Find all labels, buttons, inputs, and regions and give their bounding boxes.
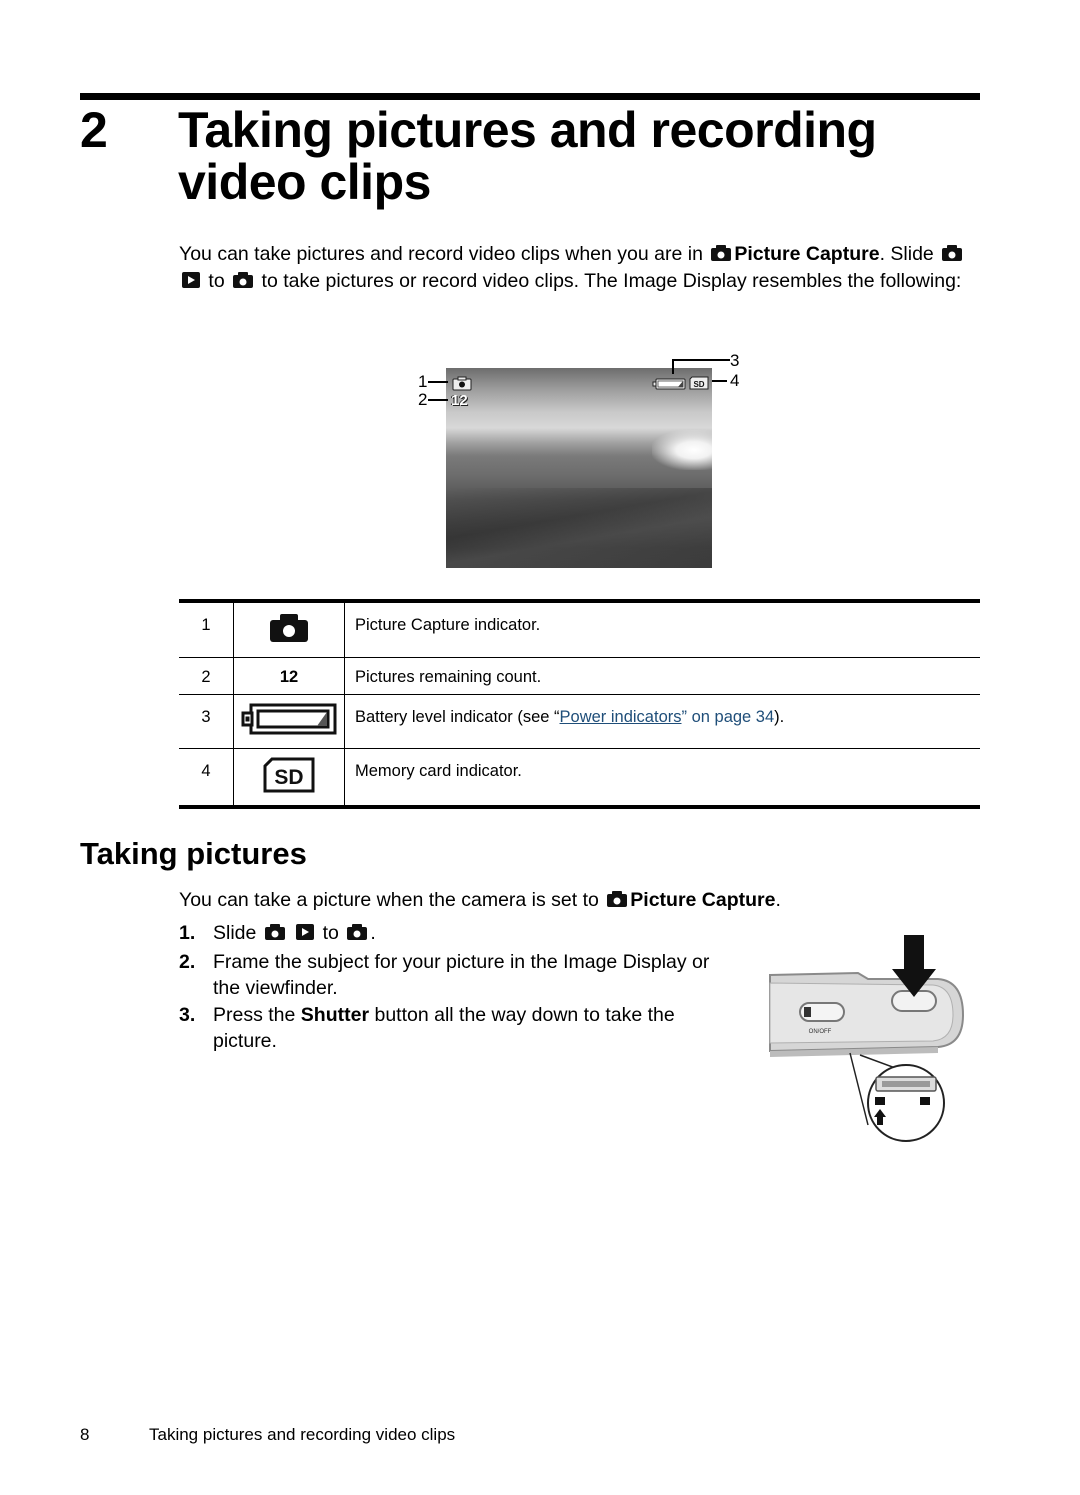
camera-icon bbox=[941, 244, 963, 269]
camera-body bbox=[769, 971, 965, 1057]
shutter-label: Shutter bbox=[300, 1004, 370, 1026]
row-number: 4 bbox=[179, 749, 234, 805]
section-lead-paragraph: You can take a picture when the camera i… bbox=[179, 888, 879, 915]
table-row: 4 SD Memory card indicator. bbox=[179, 748, 980, 805]
table-row: 1 Picture Capture indicator. bbox=[179, 603, 980, 657]
row-description: Picture Capture indicator. bbox=[355, 616, 541, 634]
sun-glare bbox=[652, 430, 712, 470]
chapter-title-text: Taking pictures and recording video clip… bbox=[178, 102, 877, 210]
table-row: 2 12 Pictures remaining count. bbox=[179, 657, 980, 694]
section-title: Taking pictures bbox=[80, 836, 307, 871]
callout-line-1 bbox=[428, 381, 448, 383]
callout-line-3 bbox=[672, 359, 730, 361]
battery-icon bbox=[241, 703, 337, 748]
chapter-number: 2 bbox=[80, 102, 108, 158]
picture-capture-label: Picture Capture bbox=[734, 243, 880, 265]
camera-icon bbox=[232, 271, 254, 296]
power-indicators-link[interactable]: Power indicators bbox=[560, 708, 682, 726]
page-number: 8 bbox=[80, 1425, 90, 1444]
camera-icon bbox=[346, 922, 368, 948]
intro-paragraph: You can take pictures and record video c… bbox=[179, 242, 984, 296]
camera-icon bbox=[269, 613, 309, 657]
callout-3: 3 bbox=[730, 351, 740, 370]
pictures-remaining-overlay: 12 bbox=[451, 392, 468, 409]
footer-title: Taking pictures and recording video clip… bbox=[149, 1425, 456, 1444]
playback-icon bbox=[920, 1097, 930, 1105]
row-description: Battery level indicator (see “Power indi… bbox=[355, 708, 785, 726]
beach-shore bbox=[446, 488, 712, 568]
step-item: 2. Frame the subject for your picture in… bbox=[179, 951, 710, 999]
magnifier-inset bbox=[849, 1052, 945, 1142]
callout-4: 4 bbox=[730, 371, 740, 390]
playback-icon bbox=[181, 271, 201, 296]
camera-icon bbox=[875, 1097, 885, 1105]
step-item: 3. Press the Shutter button all the way … bbox=[179, 1004, 675, 1052]
camera-icon bbox=[264, 922, 286, 948]
on-off-label: ON/OFF bbox=[809, 1029, 832, 1035]
row-number: 2 bbox=[179, 658, 234, 694]
battery-icon bbox=[652, 377, 686, 395]
indicator-legend-table: 1 Picture Capture indicator. 2 12 Pictur… bbox=[179, 599, 980, 809]
chapter-top-rule bbox=[80, 93, 980, 100]
callout-line-2 bbox=[428, 399, 448, 401]
step-number: 2. bbox=[179, 951, 196, 973]
table-bottom-rule bbox=[179, 805, 980, 809]
camera-top-illustration: ON/OFF bbox=[768, 935, 978, 1145]
callout-1: 1 bbox=[418, 372, 428, 391]
step-number: 1. bbox=[179, 922, 196, 944]
pictures-remaining-value: 12 bbox=[234, 658, 345, 694]
row-description: Pictures remaining count. bbox=[355, 668, 542, 686]
image-display-screen: 12 SD bbox=[446, 368, 712, 568]
picture-capture-label: Picture Capture bbox=[630, 889, 776, 911]
svg-text:SD: SD bbox=[693, 380, 704, 389]
row-number: 3 bbox=[179, 695, 234, 748]
row-description: Memory card indicator. bbox=[355, 762, 522, 780]
camera-icon bbox=[710, 244, 732, 269]
sd-card-icon: SD bbox=[689, 376, 709, 395]
playback-icon bbox=[295, 922, 315, 948]
image-display-figure: 12 SD 1 2 3 4 bbox=[410, 350, 750, 575]
svg-text:SD: SD bbox=[274, 766, 303, 789]
sd-card-icon: SD bbox=[263, 757, 315, 805]
callout-line-4 bbox=[712, 380, 727, 382]
callout-line-3-drop bbox=[672, 359, 674, 374]
camera-icon bbox=[606, 890, 628, 915]
table-row: 3 Battery level indicator (see “Power in… bbox=[179, 694, 980, 748]
row-number: 1 bbox=[179, 603, 234, 657]
step-number: 3. bbox=[179, 1004, 196, 1026]
steps-list: 1. Slide to . 2. Frame the subject for y… bbox=[179, 920, 739, 1055]
page-reference[interactable]: ” on page 34 bbox=[682, 708, 775, 726]
step-item: 1. Slide to . bbox=[179, 920, 739, 948]
callout-2: 2 bbox=[418, 390, 428, 409]
